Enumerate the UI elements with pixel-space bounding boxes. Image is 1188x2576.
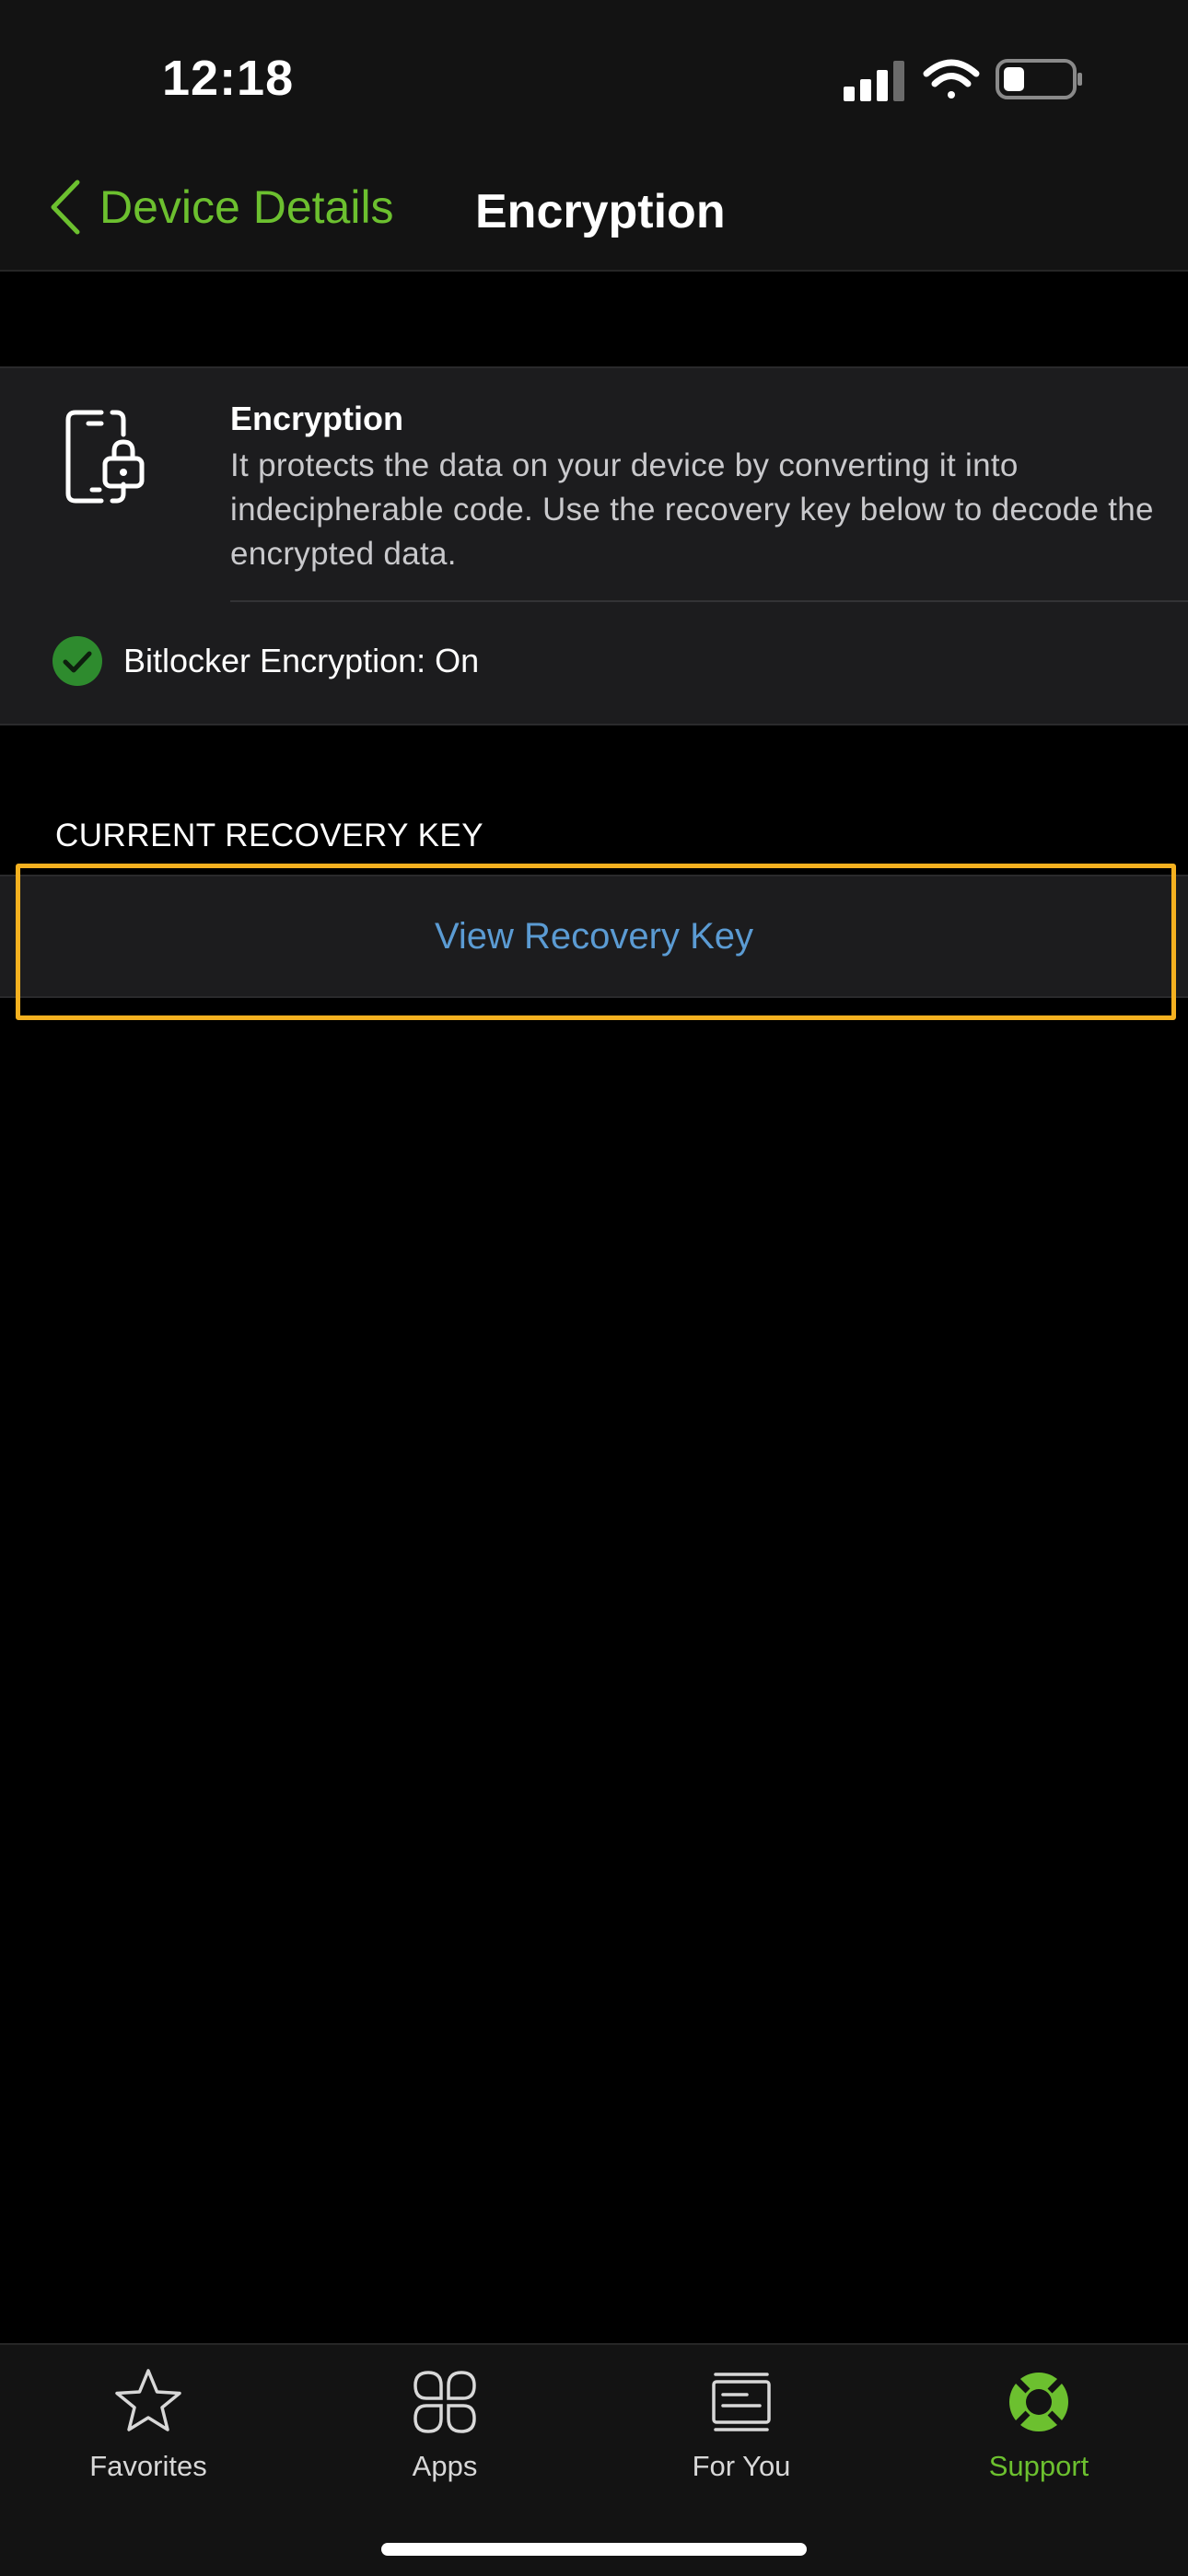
battery-icon <box>996 59 1082 99</box>
encryption-description: It protects the data on your device by c… <box>230 447 1154 572</box>
phone-lock-icon <box>65 410 145 504</box>
home-indicator <box>381 2543 807 2556</box>
status-icons <box>840 55 1089 110</box>
tab-label: For You <box>692 2450 791 2482</box>
status-bar: 12:18 <box>0 0 1188 147</box>
recovery-key-section-header: CURRENT RECOVERY KEY <box>55 818 484 853</box>
tab-bar: Favorites Apps For You Support <box>0 2343 1188 2576</box>
page-title: Encryption <box>475 185 726 238</box>
wifi-icon <box>923 59 980 99</box>
checkmark-circle-icon <box>52 636 102 686</box>
tab-support[interactable]: Support <box>891 2365 1187 2503</box>
status-time: 12:18 <box>162 51 295 106</box>
back-button[interactable]: Device Details <box>48 175 394 239</box>
encryption-card: Encryption It protects the data on your … <box>0 366 1188 725</box>
tab-favorites[interactable]: Favorites <box>0 2365 297 2503</box>
encryption-status-label: Bitlocker Encryption: On <box>123 642 480 679</box>
view-recovery-key-button[interactable]: View Recovery Key <box>0 876 1188 996</box>
divider <box>230 600 1188 602</box>
cellular-signal-icon <box>844 61 904 101</box>
chevron-left-icon <box>51 180 80 235</box>
tab-label: Favorites <box>89 2450 207 2482</box>
tab-label: Apps <box>412 2450 478 2482</box>
tab-for-you[interactable]: For You <box>593 2365 890 2503</box>
encryption-title: Encryption <box>230 400 404 437</box>
lifebuoy-icon <box>1009 2373 1068 2431</box>
tab-label: Support <box>988 2450 1089 2482</box>
encryption-status-row: Bitlocker Encryption: On <box>52 635 479 687</box>
star-icon <box>115 2369 181 2431</box>
recovery-key-row: View Recovery Key <box>0 875 1188 998</box>
news-feed-icon <box>712 2373 771 2431</box>
apps-grid-icon <box>413 2371 476 2433</box>
tab-apps[interactable]: Apps <box>297 2365 593 2503</box>
navigation-bar: Device Details Encryption <box>0 147 1188 272</box>
back-button-label: Device Details <box>99 181 394 233</box>
